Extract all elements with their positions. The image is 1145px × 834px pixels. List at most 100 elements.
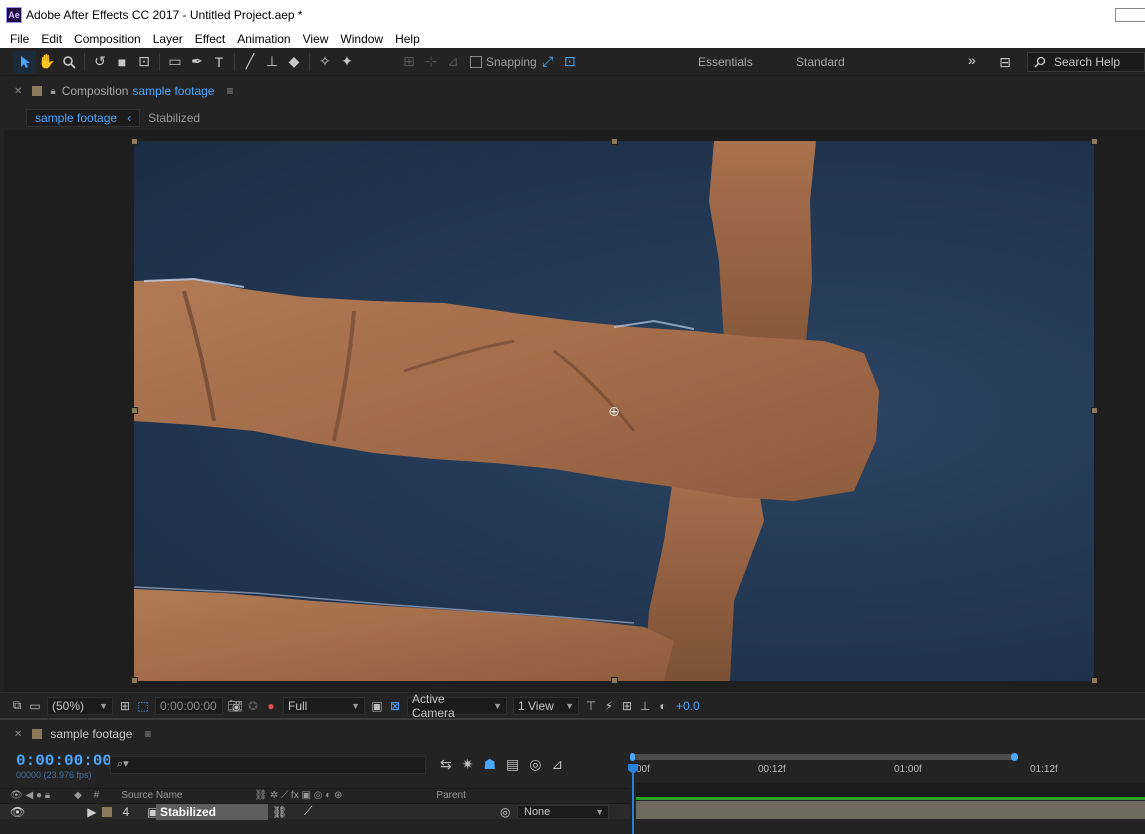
time-ruler[interactable]: 00f 00:12f 01:00f 01:12f — [630, 753, 1145, 780]
reset-exposure-icon[interactable]: ◐ — [654, 699, 672, 713]
resolution-dropdown[interactable]: Full ▼ — [283, 696, 365, 715]
eye-visibility-icon[interactable]: 👁︎ — [10, 805, 25, 819]
label-color-swatch[interactable] — [102, 806, 113, 817]
selection-tool-icon[interactable] — [14, 50, 36, 73]
current-time-indicator[interactable] — [632, 766, 634, 834]
motion-blur-icon[interactable]: ◎ — [529, 756, 541, 773]
graph-editor-icon[interactable]: ⊿ — [551, 756, 563, 773]
roto-brush-tool-icon[interactable]: ✧ — [314, 51, 336, 73]
snapshot-camera-icon[interactable]: 📷︎ — [226, 699, 244, 713]
transform-handle[interactable] — [1091, 407, 1098, 414]
frame-blending-icon[interactable]: ▤ — [506, 756, 519, 773]
composition-name[interactable]: sample footage — [132, 84, 214, 98]
type-tool-icon[interactable]: T — [208, 51, 230, 73]
transform-handle[interactable] — [611, 677, 618, 684]
tab-sample-footage[interactable]: sample footage ‹ — [26, 109, 141, 127]
workspace-overflow-icon[interactable]: » — [968, 52, 976, 68]
work-area-end[interactable] — [1011, 753, 1018, 761]
work-area-start[interactable] — [630, 753, 635, 761]
parent-dropdown[interactable]: None ▼ — [517, 805, 609, 819]
hand-tool-icon[interactable]: ✋ — [36, 51, 58, 73]
puppet-pin-tool-icon[interactable]: ✦ — [336, 51, 358, 73]
close-icon[interactable]: ✕ — [14, 729, 22, 740]
pickwhip-icon[interactable]: ◎ — [500, 805, 510, 819]
eraser-tool-icon[interactable]: ◆ — [283, 51, 305, 73]
tab-stabilized[interactable]: Stabilized — [140, 109, 208, 127]
brush-tool-icon[interactable]: ╱ — [239, 51, 261, 73]
fast-previews-icon[interactable]: ⚡ — [600, 699, 618, 713]
menu-composition[interactable]: Composition — [68, 32, 147, 46]
transform-handle[interactable] — [1091, 138, 1098, 145]
panel-menu-icon[interactable]: ≡ — [144, 727, 151, 741]
snapping-checkbox[interactable] — [470, 55, 482, 68]
color-channels-icon[interactable]: ● — [262, 699, 280, 713]
show-snapshot-icon[interactable]: ✪ — [244, 699, 262, 713]
search-help-field[interactable]: Search Help — [1027, 52, 1145, 72]
menu-help[interactable]: Help — [389, 32, 426, 46]
transform-handle[interactable] — [611, 138, 618, 145]
panel-menu-icon[interactable]: ≡ — [226, 84, 233, 98]
label-color-swatch[interactable] — [32, 86, 43, 96]
pan-behind-tool-icon[interactable]: ⊡ — [133, 51, 155, 73]
always-preview-icon[interactable]: ⧉ — [8, 698, 26, 713]
anchor-point-icon[interactable]: ⊕ — [607, 404, 621, 418]
local-axis-icon[interactable]: ⊞ — [398, 51, 420, 73]
comp-mini-flowchart-icon[interactable]: ⇆ — [440, 756, 452, 773]
rectangle-tool-icon[interactable]: ▭ — [164, 51, 186, 73]
source-name-column-header[interactable]: Source Name — [121, 790, 182, 801]
flowchart-icon[interactable]: ⊥ — [636, 699, 654, 713]
zoom-dropdown[interactable]: (50%) ▼ — [47, 696, 113, 715]
world-axis-icon[interactable]: ⊹ — [420, 51, 442, 73]
menu-layer[interactable]: Layer — [147, 32, 189, 46]
menu-edit[interactable]: Edit — [35, 32, 68, 46]
menu-view[interactable]: View — [297, 32, 335, 46]
work-area-bar[interactable] — [630, 753, 1018, 761]
safe-margins-icon[interactable]: ⊞ — [116, 699, 134, 713]
expand-arrow-icon[interactable]: ▶ — [87, 805, 96, 819]
camera-view-dropdown[interactable]: Active Camera ▼ — [407, 692, 507, 720]
shy-layers-icon[interactable]: ☗ — [483, 756, 496, 773]
snapping-toggle[interactable]: Snapping — [470, 55, 537, 69]
menu-animation[interactable]: Animation — [231, 32, 296, 46]
transparency-grid-icon[interactable]: ⊠ — [386, 699, 404, 713]
current-time-display[interactable]: 0:00:00:00 — [16, 752, 112, 770]
workspace-essentials[interactable]: Essentials — [698, 55, 753, 69]
workspace-standard[interactable]: Standard — [796, 55, 845, 69]
menu-file[interactable]: File — [4, 32, 35, 46]
mask-visibility-icon[interactable]: ⬚ — [134, 699, 152, 713]
viewer-timecode[interactable]: 0:00:00:00 — [155, 696, 223, 715]
transform-handle[interactable] — [1091, 677, 1098, 684]
lock-icon[interactable]: 🔒︎ — [50, 86, 55, 97]
camera-tool-icon[interactable]: ■ — [111, 51, 133, 73]
close-icon[interactable]: ✕ — [14, 86, 22, 97]
clone-stamp-tool-icon[interactable]: ⊥ — [261, 51, 283, 73]
toggle-pixel-aspect-icon[interactable]: ⊤ — [582, 699, 600, 713]
region-of-interest-icon[interactable]: ▣ — [368, 699, 386, 713]
label-color-swatch[interactable] — [32, 729, 43, 739]
view-axis-icon[interactable]: ⊿ — [442, 51, 464, 73]
layer-row[interactable]: 👁︎ ▶ 4 ▣ Stabilized ⛓ ⟋ ◎ None ▼ — [0, 803, 630, 820]
shy-switch-icon[interactable]: ⛓ — [272, 805, 287, 819]
menu-window[interactable]: Window — [334, 32, 389, 46]
pen-tool-icon[interactable]: ✒ — [186, 51, 208, 73]
draft-3d-icon[interactable]: ✷ — [462, 756, 474, 773]
monitor-icon[interactable]: ▭ — [26, 699, 44, 713]
timeline-tab-name[interactable]: sample footage — [50, 727, 132, 741]
sync-settings-icon[interactable]: ⊟ — [994, 51, 1016, 73]
snap-features-icon[interactable]: ⊡ — [559, 51, 581, 73]
window-control[interactable] — [1115, 8, 1145, 22]
transform-handle[interactable] — [131, 407, 138, 414]
view-layout-dropdown[interactable]: 1 View ▼ — [513, 696, 579, 715]
zoom-tool-icon[interactable] — [58, 51, 80, 73]
transform-handle[interactable] — [131, 138, 138, 145]
timeline-search-field[interactable]: ⌕▾ — [110, 756, 426, 774]
timeline-icon[interactable]: ⊞ — [618, 699, 636, 713]
exposure-value[interactable]: +0.0 — [676, 699, 700, 713]
snap-edges-icon[interactable]: ⤢ — [537, 51, 559, 73]
transform-handle[interactable] — [131, 677, 138, 684]
layer-duration-bar[interactable] — [636, 801, 1145, 819]
layer-name[interactable]: Stabilized — [156, 804, 268, 820]
rotation-tool-icon[interactable]: ↺ — [89, 51, 111, 73]
menu-effect[interactable]: Effect — [189, 32, 231, 46]
quality-switch-icon[interactable]: ⟋ — [304, 804, 312, 819]
